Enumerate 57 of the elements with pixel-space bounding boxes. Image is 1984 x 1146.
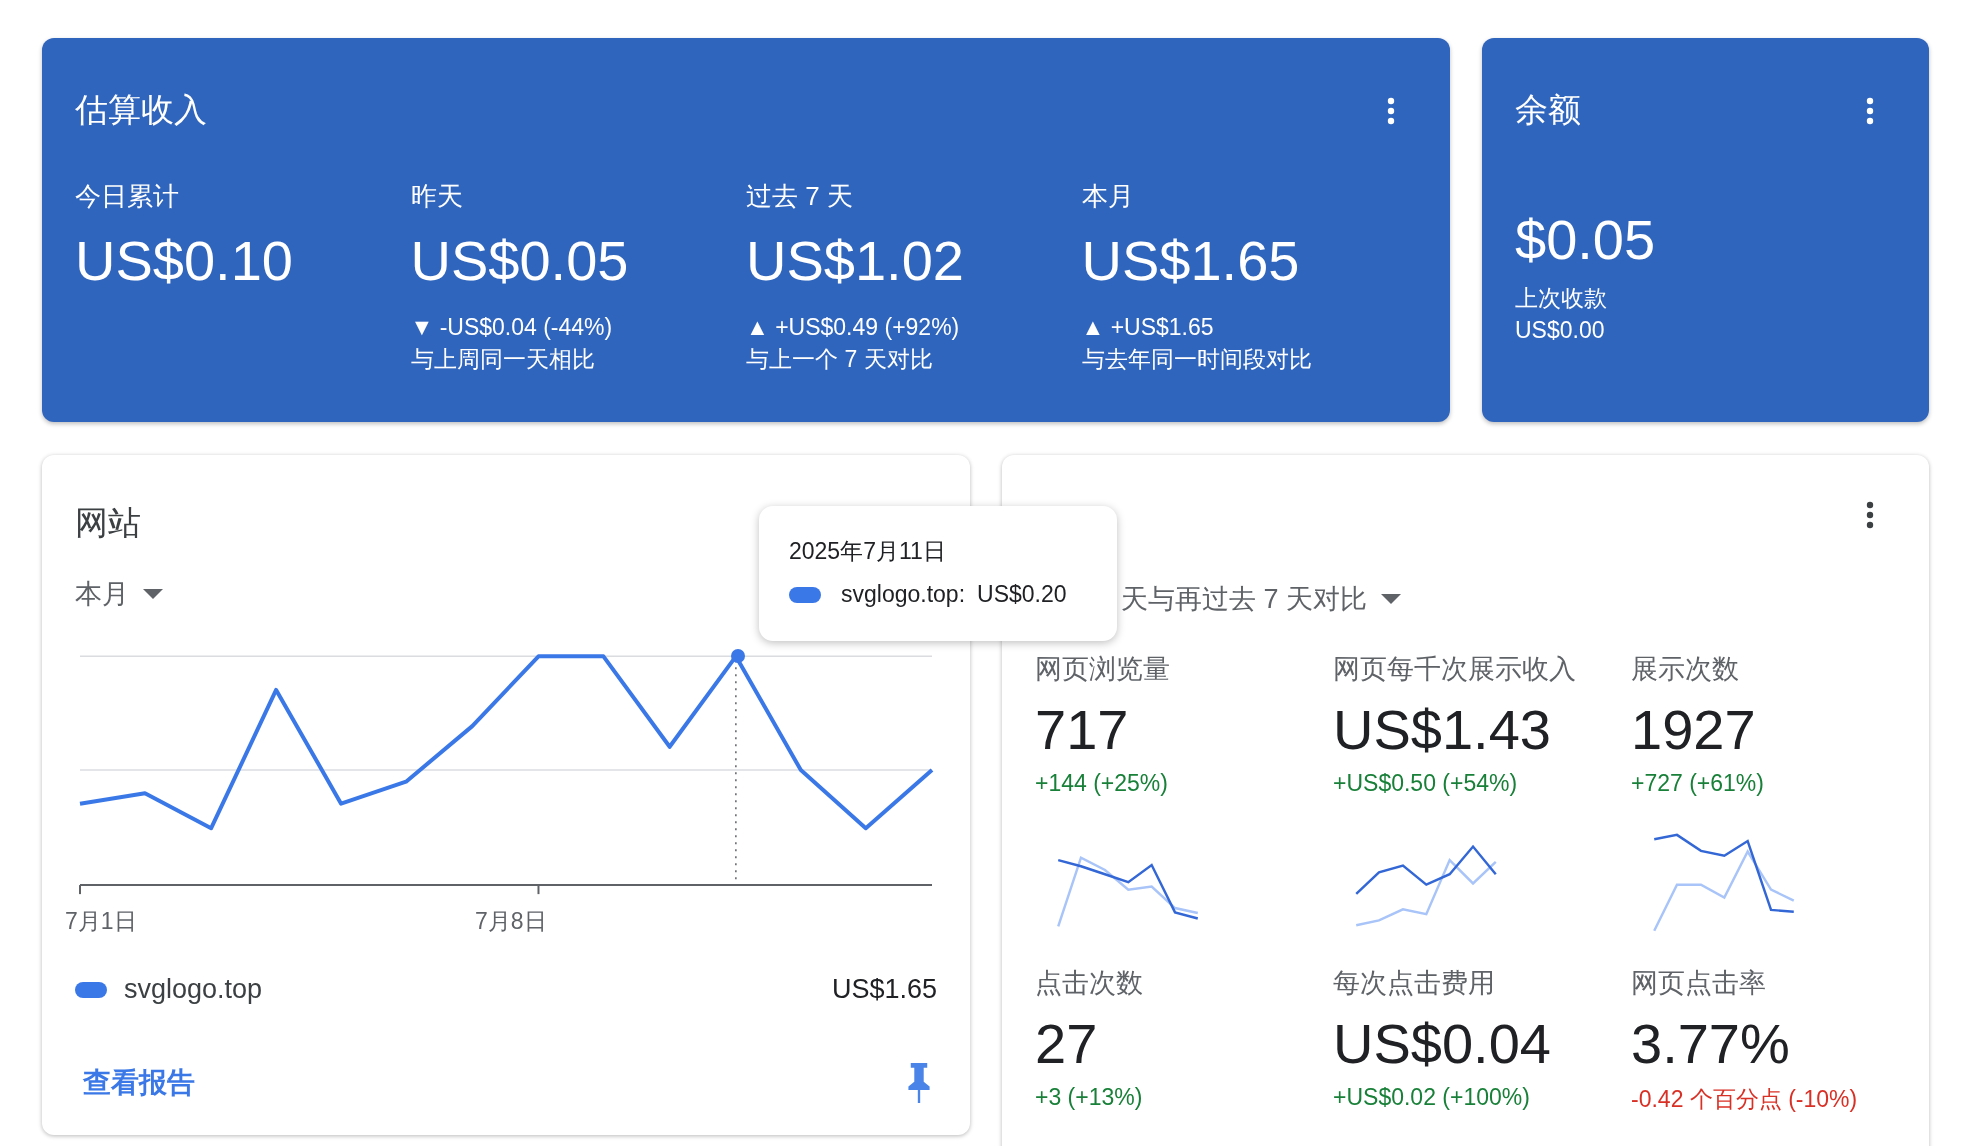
caret-icon (1381, 594, 1402, 604)
stat-label: 过去 7 天 (746, 180, 854, 213)
metric-change: +US$0.02 (+100%) (1333, 1084, 1531, 1111)
stat-label: 今日累计 (75, 180, 180, 213)
metric-value: 1927 (1631, 697, 1757, 762)
stat-label: 昨天 (410, 180, 464, 213)
last-payment-label: 上次收款 (1515, 284, 1608, 313)
metric-label: 网页点击率 (1631, 967, 1767, 1000)
stat-change: ▼ -US$0.04 (-44%) (410, 313, 614, 342)
legend-site-name: svglogo.top (124, 974, 264, 1005)
metric-value: 3.77% (1631, 1011, 1791, 1076)
comparison-dropdown[interactable]: 天与再过去 7 天对比 (1121, 581, 1402, 617)
balance-value: $0.05 (1515, 207, 1657, 272)
metric-change: +144 (+25%) (1035, 770, 1169, 797)
pin-icon[interactable] (907, 1063, 931, 1103)
series-swatch-icon (75, 981, 107, 998)
card-title: 估算收入 (75, 90, 207, 130)
metric-value: 717 (1035, 697, 1130, 762)
series-swatch-icon (789, 586, 821, 603)
metric-label: 点击次数 (1035, 967, 1144, 1000)
metric-change: +US$0.50 (+54%) (1333, 770, 1519, 797)
metric-change: +3 (+13%) (1035, 1084, 1144, 1111)
legend-value: US$1.65 (831, 974, 937, 1005)
stat-comparison: 与上一个 7 天对比 (746, 345, 934, 374)
more-menu-icon[interactable] (1866, 501, 1874, 529)
metric-value: US$0.04 (1333, 1011, 1552, 1076)
metric-change: +727 (+61%) (1631, 770, 1765, 797)
stat-value: US$1.65 (1081, 228, 1301, 293)
metric-change: -0.42 个百分点 (-10%) (1631, 1085, 1859, 1114)
tooltip-value: US$0.20 (977, 581, 1067, 608)
stat-value: US$1.02 (746, 228, 965, 293)
view-report-link[interactable]: 查看报告 (83, 1064, 195, 1102)
stat-comparison: 与去年同一时间段对比 (1081, 345, 1313, 374)
stat-comparison: 与上周同一天相比 (410, 345, 596, 374)
period-dropdown[interactable]: 本月 (75, 576, 163, 612)
stat-change: ▲ +US$0.49 (+92%) (746, 313, 961, 342)
card-title: 余额 (1515, 90, 1581, 130)
more-menu-icon[interactable] (1387, 96, 1395, 125)
hover-point (731, 649, 745, 663)
metric-value: US$1.43 (1333, 697, 1552, 762)
metric-label: 展示次数 (1631, 653, 1740, 686)
stat-label: 本月 (1081, 180, 1135, 213)
tooltip-series: svglogo.top: (841, 581, 966, 608)
axis-label: 7月8日 (475, 907, 547, 936)
axis-label: 7月1日 (65, 907, 137, 936)
metric-label: 网页浏览量 (1035, 653, 1171, 686)
metric-label: 每次点击费用 (1333, 967, 1496, 1000)
stat-value: US$0.10 (75, 228, 294, 293)
tooltip-date: 2025年7月11日 (789, 537, 947, 566)
stat-change: ▲ +US$1.65 (1081, 313, 1215, 342)
metric-value: 27 (1035, 1011, 1099, 1076)
metric-label: 网页每千次展示收入 (1333, 653, 1577, 686)
caret-icon (143, 589, 163, 599)
last-payment-value: US$0.00 (1515, 316, 1606, 345)
stat-value: US$0.05 (410, 228, 630, 293)
card-title: 网站 (75, 503, 142, 543)
more-menu-icon[interactable] (1866, 96, 1874, 125)
